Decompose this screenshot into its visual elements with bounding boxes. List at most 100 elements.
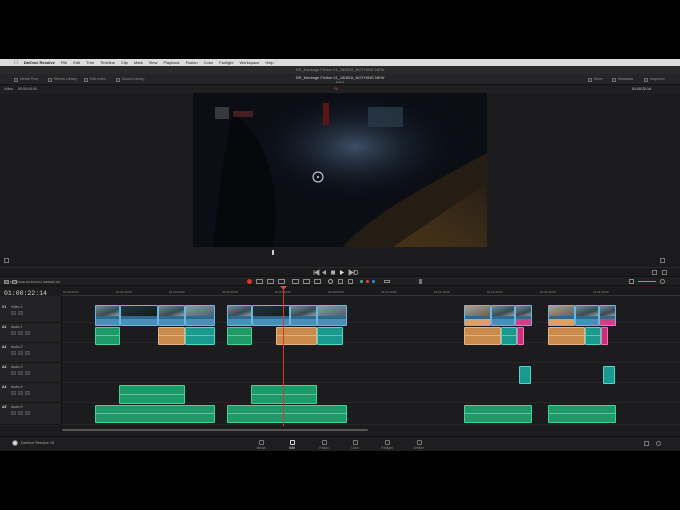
track-header-a5[interactable]: A5 Audio 5 bbox=[0, 403, 62, 425]
audio-clip[interactable] bbox=[548, 327, 585, 345]
menu-color[interactable]: Color bbox=[204, 60, 214, 65]
solo-track-icon[interactable] bbox=[18, 411, 23, 415]
settings-icon[interactable] bbox=[656, 441, 661, 446]
audio-clip[interactable] bbox=[95, 405, 215, 423]
viewer-zoom-select[interactable]: Video bbox=[4, 85, 13, 94]
track-header-a4[interactable]: A4 Audio 4 bbox=[0, 383, 62, 403]
replace-clip-icon[interactable] bbox=[314, 279, 321, 284]
lane-a3[interactable] bbox=[62, 363, 680, 383]
solo-track-icon[interactable] bbox=[18, 391, 23, 395]
zoom-full-icon[interactable] bbox=[384, 280, 390, 283]
mute-track-icon[interactable] bbox=[25, 391, 30, 395]
lock-track-icon[interactable] bbox=[11, 371, 16, 375]
record-icon[interactable] bbox=[247, 279, 252, 284]
video-clip[interactable] bbox=[185, 305, 215, 326]
viewer-scrubber[interactable] bbox=[0, 250, 680, 267]
home-icon[interactable] bbox=[644, 441, 649, 446]
lock-track-icon[interactable] bbox=[11, 311, 16, 315]
timeline-scrollbar[interactable] bbox=[62, 429, 368, 431]
linked-selection-icon[interactable] bbox=[338, 279, 343, 284]
lock-track-icon[interactable] bbox=[11, 331, 16, 335]
apple-icon[interactable]:  bbox=[14, 60, 18, 66]
video-clip[interactable] bbox=[599, 305, 616, 326]
lock-track-icon[interactable] bbox=[11, 411, 16, 415]
solo-track-icon[interactable] bbox=[18, 331, 23, 335]
selection-mode-icon[interactable] bbox=[256, 279, 263, 284]
audio-clip[interactable] bbox=[603, 366, 615, 384]
menu-edit[interactable]: Edit bbox=[73, 60, 80, 65]
meters-icon[interactable] bbox=[660, 279, 665, 284]
marker-blue-icon[interactable] bbox=[372, 280, 375, 283]
menu-help[interactable]: Help bbox=[265, 60, 273, 65]
snapping-icon[interactable] bbox=[328, 279, 333, 284]
inspector-button[interactable]: Inspector bbox=[644, 76, 665, 83]
page-fusion[interactable]: Fusion bbox=[314, 440, 334, 450]
audio-clip[interactable] bbox=[548, 405, 616, 423]
video-clip[interactable] bbox=[491, 305, 515, 326]
mute-track-icon[interactable] bbox=[25, 411, 30, 415]
audio-clip[interactable] bbox=[601, 327, 608, 345]
page-edit[interactable]: Edit bbox=[282, 440, 302, 450]
overwrite-clip-icon[interactable] bbox=[303, 279, 310, 284]
mute-track-icon[interactable] bbox=[25, 371, 30, 375]
page-media[interactable]: Media bbox=[251, 440, 271, 450]
scrubber-handle[interactable] bbox=[272, 250, 274, 255]
video-clip[interactable] bbox=[120, 305, 158, 326]
video-clip[interactable] bbox=[252, 305, 290, 326]
solo-track-icon[interactable] bbox=[18, 371, 23, 375]
marker-red-icon[interactable] bbox=[366, 280, 369, 283]
menu-trim[interactable]: Trim bbox=[86, 60, 94, 65]
video-clip[interactable] bbox=[317, 305, 347, 326]
audio-clip[interactable] bbox=[227, 327, 252, 345]
menu-fusion[interactable]: Fusion bbox=[186, 60, 198, 65]
video-clip[interactable] bbox=[227, 305, 252, 326]
solo-track-icon[interactable] bbox=[18, 351, 23, 355]
menu-workspace[interactable]: Workspace bbox=[239, 60, 259, 65]
metadata-button[interactable]: Metadata bbox=[612, 76, 633, 83]
timeline-name-select[interactable]: DR_MONTAGE FICTION 01 (180816) NOTHING N… bbox=[4, 280, 60, 284]
page-deliver[interactable]: Deliver bbox=[409, 440, 429, 450]
video-clip[interactable] bbox=[290, 305, 317, 326]
zoom-detail-icon[interactable] bbox=[419, 279, 422, 284]
audio-clip[interactable] bbox=[517, 327, 524, 345]
menu-timeline[interactable]: Timeline bbox=[100, 60, 115, 65]
next-edit-icon[interactable] bbox=[662, 270, 667, 275]
track-header-a2[interactable]: A2 Audio 2 bbox=[0, 343, 62, 363]
lock-track-icon[interactable] bbox=[11, 351, 16, 355]
sound-library-button[interactable]: Sound Library bbox=[116, 76, 144, 83]
insert-clip-icon[interactable] bbox=[292, 279, 299, 284]
flag-green-icon[interactable] bbox=[360, 280, 363, 283]
program-viewer[interactable] bbox=[193, 93, 487, 247]
menu-fairlight[interactable]: Fairlight bbox=[219, 60, 233, 65]
lane-a2[interactable] bbox=[62, 343, 680, 363]
volume-slider[interactable] bbox=[638, 281, 656, 282]
track-header-a1[interactable]: A1 Audio 1 bbox=[0, 323, 62, 343]
audio-clip[interactable] bbox=[158, 327, 185, 345]
mixer-button[interactable]: Mixer bbox=[588, 76, 603, 83]
track-header-v1[interactable]: V1 Video 1 bbox=[0, 303, 62, 323]
audio-clip[interactable] bbox=[464, 327, 501, 345]
menu-view[interactable]: View bbox=[149, 60, 158, 65]
audio-clip[interactable] bbox=[585, 327, 601, 345]
menu-app-name[interactable]: DaVinci Resolve bbox=[24, 60, 55, 65]
trim-mode-icon[interactable] bbox=[267, 279, 274, 284]
lock-track-icon[interactable] bbox=[11, 391, 16, 395]
audio-clip[interactable] bbox=[95, 327, 120, 345]
page-fairlight[interactable]: Fairlight bbox=[377, 440, 397, 450]
audio-monitor-icon[interactable] bbox=[629, 279, 634, 284]
video-clip[interactable] bbox=[515, 305, 532, 326]
track-header-a3[interactable]: A3 Audio 3 bbox=[0, 363, 62, 383]
audio-clip[interactable] bbox=[501, 327, 517, 345]
audio-clip[interactable] bbox=[227, 405, 347, 423]
menu-file[interactable]: File bbox=[61, 60, 67, 65]
page-color[interactable]: Color bbox=[345, 440, 365, 450]
video-clip[interactable] bbox=[548, 305, 575, 326]
audio-clip[interactable] bbox=[519, 366, 531, 384]
position-lock-icon[interactable] bbox=[348, 279, 353, 284]
menu-mark[interactable]: Mark bbox=[134, 60, 143, 65]
menu-clip[interactable]: Clip bbox=[121, 60, 128, 65]
match-frame-icon[interactable] bbox=[652, 270, 657, 275]
media-pool-button[interactable]: Media Pool bbox=[14, 76, 38, 83]
viewer-options-icon[interactable] bbox=[4, 258, 9, 263]
playhead[interactable] bbox=[283, 288, 284, 426]
